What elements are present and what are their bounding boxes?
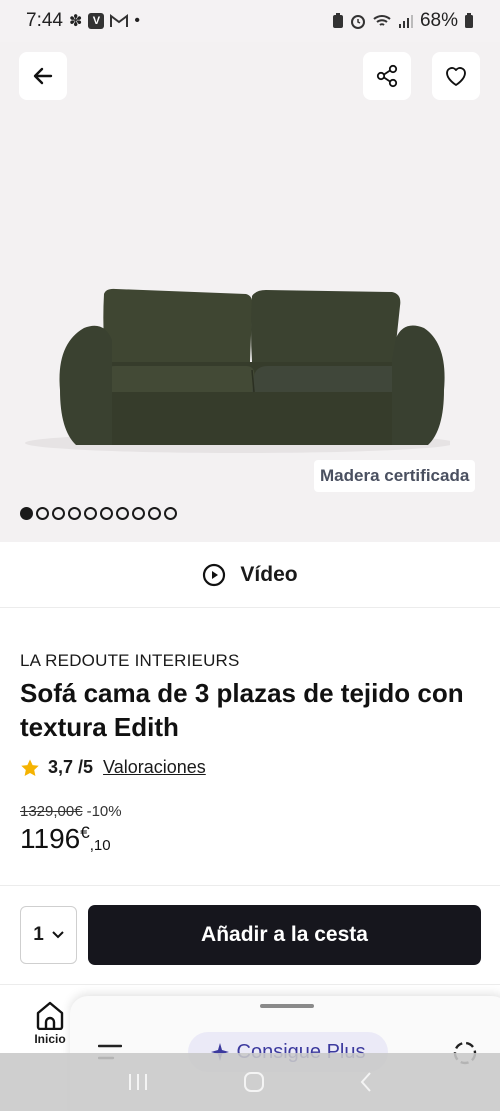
star-icon (21, 759, 39, 776)
rating-value: 3,7 /5 (48, 757, 94, 777)
discount-percent: -10% (86, 803, 122, 820)
play-circle-icon (203, 563, 226, 586)
wifi-icon (372, 13, 392, 29)
old-price-row: 1329,00€ -10% (20, 803, 122, 820)
alarm-icon (350, 13, 366, 29)
home-system-button[interactable] (243, 1071, 265, 1093)
nav-item-home[interactable]: Inicio (25, 1000, 75, 1046)
status-left: 7:44 ✽ V • (26, 10, 140, 32)
signal-icon (398, 13, 414, 29)
product-title: Sofá cama de 3 plazas de tejido con text… (20, 678, 464, 742)
reviews-link[interactable]: Valoraciones (103, 757, 206, 778)
carousel-dot[interactable] (132, 507, 145, 520)
notification-dot-icon: • (134, 12, 140, 29)
carousel-dot[interactable] (36, 507, 49, 520)
price-currency: € (80, 823, 90, 842)
video-label: Vídeo (240, 562, 298, 586)
carousel-dot[interactable] (164, 507, 177, 520)
status-bar: 7:44 ✽ V • 68% (0, 0, 500, 42)
battery-icon (464, 13, 474, 29)
quantity-select[interactable]: 1 (20, 906, 77, 964)
carousel-dot[interactable] (84, 507, 97, 520)
chevron-left-icon (360, 1072, 371, 1092)
certified-wood-badge: Madera certificada (314, 460, 476, 492)
status-time: 7:44 (26, 10, 63, 31)
carousel-dot[interactable] (52, 507, 65, 520)
v-app-icon: V (88, 13, 105, 29)
current-price: 1196 € ,10 (20, 823, 111, 855)
price-decimals: ,10 (89, 837, 111, 854)
gmail-icon (110, 14, 129, 28)
battery-saver-icon (332, 13, 344, 29)
brand-name[interactable]: LA REDOUTE INTERIEURS (20, 651, 240, 671)
recent-apps-button[interactable] (127, 1072, 149, 1092)
add-to-cart-button[interactable]: Añadir a la cesta (88, 905, 481, 965)
carousel-dot[interactable] (100, 507, 113, 520)
quantity-value: 1 (33, 924, 44, 945)
heart-icon (446, 67, 466, 86)
carousel-dot[interactable] (20, 507, 33, 520)
rating-row: 3,7 /5 Valoraciones (20, 757, 206, 778)
price-integer: 1196 (20, 823, 81, 854)
add-to-cart-section: 1 Añadir a la cesta (0, 885, 500, 985)
carousel-dot[interactable] (68, 507, 81, 520)
recent-apps-icon (129, 1074, 147, 1090)
nav-home-label: Inicio (34, 1032, 66, 1046)
status-right: 68% (332, 10, 474, 32)
product-image-carousel[interactable]: Madera certificada (0, 42, 500, 542)
system-nav-bar (0, 1053, 500, 1111)
sofa-image (25, 288, 450, 453)
video-button[interactable]: Vídeo (0, 542, 500, 608)
back-button[interactable] (19, 52, 67, 100)
home-square-icon (244, 1072, 264, 1092)
back-system-button[interactable] (359, 1071, 373, 1093)
share-icon (376, 64, 398, 88)
carousel-dots (20, 507, 177, 520)
battery-percent: 68% (419, 10, 458, 31)
home-icon (36, 1001, 64, 1030)
old-price: 1329,00€ (20, 803, 83, 820)
chevron-down-icon (52, 931, 64, 939)
arrow-left-icon (33, 67, 53, 85)
share-button[interactable] (363, 52, 411, 100)
carousel-dot[interactable] (116, 507, 129, 520)
flower-icon: ✽ (68, 13, 83, 30)
sheet-handle[interactable] (260, 1004, 314, 1008)
carousel-dot[interactable] (148, 507, 161, 520)
favorite-button[interactable] (432, 52, 480, 100)
